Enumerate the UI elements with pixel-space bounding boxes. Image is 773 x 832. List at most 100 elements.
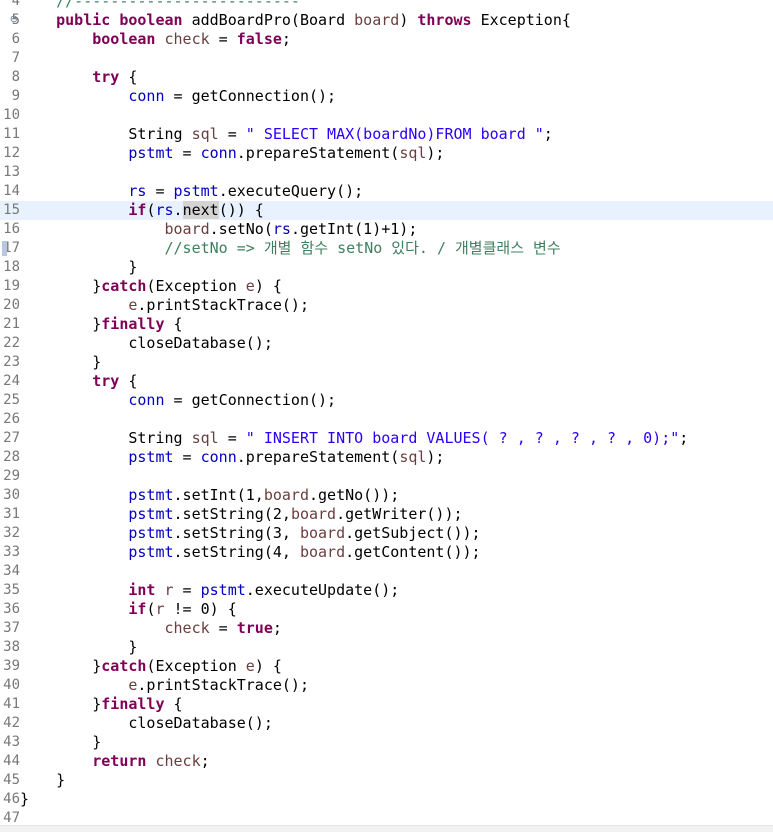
code-line[interactable]: 43 } [0, 733, 773, 752]
code-line[interactable]: 9 conn = getConnection(); [0, 87, 773, 106]
code-line[interactable]: 18 } [0, 258, 773, 277]
code-text[interactable]: pstmt = conn.prepareStatement(sql); [20, 448, 444, 467]
code-line[interactable]: 22 closeDatabase(); [0, 334, 773, 353]
code-token: { [164, 315, 183, 333]
code-line[interactable]: 27 String sql = " INSERT INTO board VALU… [0, 429, 773, 448]
code-text[interactable]: closeDatabase(); [20, 334, 273, 353]
code-line[interactable]: 45 } [0, 771, 773, 790]
code-line[interactable]: 44 return check; [0, 752, 773, 771]
code-text[interactable]: conn = getConnection(); [20, 87, 336, 106]
code-line[interactable]: 30 pstmt.setInt(1,board.getNo()); [0, 486, 773, 505]
code-line[interactable]: 28 pstmt = conn.prepareStatement(sql); [0, 448, 773, 467]
code-line[interactable]: 6 boolean check = false; [0, 30, 773, 49]
code-text[interactable]: //------------------------- [20, 0, 300, 11]
code-text[interactable]: return check; [20, 752, 209, 771]
horizontal-scrollbar[interactable] [0, 825, 773, 832]
code-text[interactable]: } [20, 790, 29, 809]
code-token: String [20, 429, 192, 447]
code-line[interactable]: 21 }finally { [0, 315, 773, 334]
code-line[interactable]: 40 e.printStackTrace(); [0, 676, 773, 695]
code-text[interactable]: } [20, 733, 101, 752]
fold-toggle-icon[interactable]: ⊖ [9, 15, 19, 25]
code-text[interactable]: pstmt.setString(4, board.getContent()); [20, 543, 480, 562]
code-text[interactable]: board.setNo(rs.getInt(1)+1); [20, 220, 418, 239]
code-line[interactable]: 38 } [0, 638, 773, 657]
code-line[interactable]: 46} [0, 790, 773, 809]
code-token: = [173, 144, 201, 162]
code-line[interactable]: 8 try { [0, 68, 773, 87]
code-text[interactable]: conn = getConnection(); [20, 391, 336, 410]
code-line[interactable]: 42 closeDatabase(); [0, 714, 773, 733]
code-text[interactable]: try { [20, 68, 137, 87]
code-token: = [209, 30, 237, 48]
code-line[interactable]: 32 pstmt.setString(3, board.getSubject()… [0, 524, 773, 543]
code-line[interactable]: 24 try { [0, 372, 773, 391]
line-number: 35 [3, 582, 20, 598]
code-editor[interactable]: 4 //------------------------- 5 ⊖ public b… [0, 0, 773, 832]
code-line[interactable]: 20 e.printStackTrace(); [0, 296, 773, 315]
code-line[interactable]: 29 [0, 467, 773, 486]
code-line[interactable]: 26 [0, 410, 773, 429]
code-line[interactable]: 23 } [0, 353, 773, 372]
code-line[interactable]: 36 if(r != 0) { [0, 600, 773, 619]
code-text[interactable]: pstmt.setString(3, board.getSubject()); [20, 524, 480, 543]
code-line[interactable]: 4 //------------------------- [0, 0, 773, 11]
code-line[interactable]: 5 ⊖ public boolean addBoardPro(Board boar… [0, 11, 773, 30]
code-line[interactable]: 34 [0, 562, 773, 581]
code-line[interactable]: 31 pstmt.setString(2,board.getWriter()); [0, 505, 773, 524]
code-text[interactable]: e.printStackTrace(); [20, 296, 309, 315]
code-line[interactable]: 14 rs = pstmt.executeQuery(); [0, 182, 773, 201]
code-line[interactable]: 41 }finally { [0, 695, 773, 714]
code-text[interactable]: closeDatabase(); [20, 714, 273, 733]
line-number: 16 [3, 221, 20, 237]
code-text[interactable]: public boolean addBoardPro(Board board) … [20, 11, 571, 30]
code-line[interactable]: 16 board.setNo(rs.getInt(1)+1); [0, 220, 773, 239]
code-token: sql [399, 448, 427, 466]
code-line[interactable]: 11 String sql = " SELECT MAX(boardNo)FRO… [0, 125, 773, 144]
code-text[interactable]: }catch(Exception e) { [20, 657, 282, 676]
code-text[interactable]: }catch(Exception e) { [20, 277, 282, 296]
code-line[interactable]: 35 int r = pstmt.executeUpdate(); [0, 581, 773, 600]
code-text[interactable]: pstmt = conn.prepareStatement(sql); [20, 144, 444, 163]
code-text[interactable]: }finally { [20, 695, 182, 714]
code-line-current[interactable]: 15 if(rs.next()) { [0, 201, 773, 220]
code-line[interactable]: 25 conn = getConnection(); [0, 391, 773, 410]
code-text[interactable]: } [20, 258, 137, 277]
code-line[interactable]: 33 pstmt.setString(4, board.getContent()… [0, 543, 773, 562]
code-text[interactable]: } [20, 353, 101, 372]
code-line[interactable]: 13 [0, 163, 773, 182]
code-text[interactable]: int r = pstmt.executeUpdate(); [20, 581, 399, 600]
code-text[interactable]: pstmt.setString(2,board.getWriter()); [20, 505, 462, 524]
code-token: sql [191, 125, 219, 143]
code-text[interactable]: rs = pstmt.executeQuery(); [20, 182, 363, 201]
code-text[interactable]: String sql = " INSERT INTO board VALUES(… [20, 429, 688, 448]
code-text[interactable]: } [20, 771, 65, 790]
code-text[interactable]: String sql = " SELECT MAX(boardNo)FROM b… [20, 125, 552, 144]
code-token: } [20, 277, 102, 295]
code-line[interactable]: 10 [0, 106, 773, 125]
code-token: public [56, 11, 111, 29]
line-number: 46 [3, 791, 20, 807]
code-text[interactable]: check = true; [20, 619, 282, 638]
code-token: pstmt [128, 524, 174, 542]
code-line[interactable]: 12 pstmt = conn.prepareStatement(sql); [0, 144, 773, 163]
code-lines[interactable]: 4 //------------------------- 5 ⊖ public b… [0, 0, 773, 828]
code-line[interactable]: 39 }catch(Exception e) { [0, 657, 773, 676]
code-text[interactable]: pstmt.setInt(1,board.getNo()); [20, 486, 399, 505]
code-text[interactable]: boolean check = false; [20, 30, 291, 49]
code-text[interactable]: if(r != 0) { [20, 600, 236, 619]
code-text[interactable]: }finally { [20, 315, 183, 334]
code-text[interactable]: try { [20, 372, 137, 391]
line-number: 20 [3, 297, 20, 313]
code-line[interactable]: 17 //setNo => 개별 함수 setNo 있다. / 개별클래스 변수 [0, 239, 773, 258]
code-line[interactable]: 19 }catch(Exception e) { [0, 277, 773, 296]
line-number: 32 [3, 525, 20, 541]
code-text[interactable]: if(rs.next()) { [20, 201, 264, 220]
code-text[interactable]: //setNo => 개별 함수 setNo 있다. / 개별클래스 변수 [20, 239, 561, 258]
code-text[interactable]: e.printStackTrace(); [20, 676, 309, 695]
code-line[interactable]: 7 [0, 49, 773, 68]
code-line[interactable]: 37 check = true; [0, 619, 773, 638]
code-text[interactable]: } [20, 638, 137, 657]
